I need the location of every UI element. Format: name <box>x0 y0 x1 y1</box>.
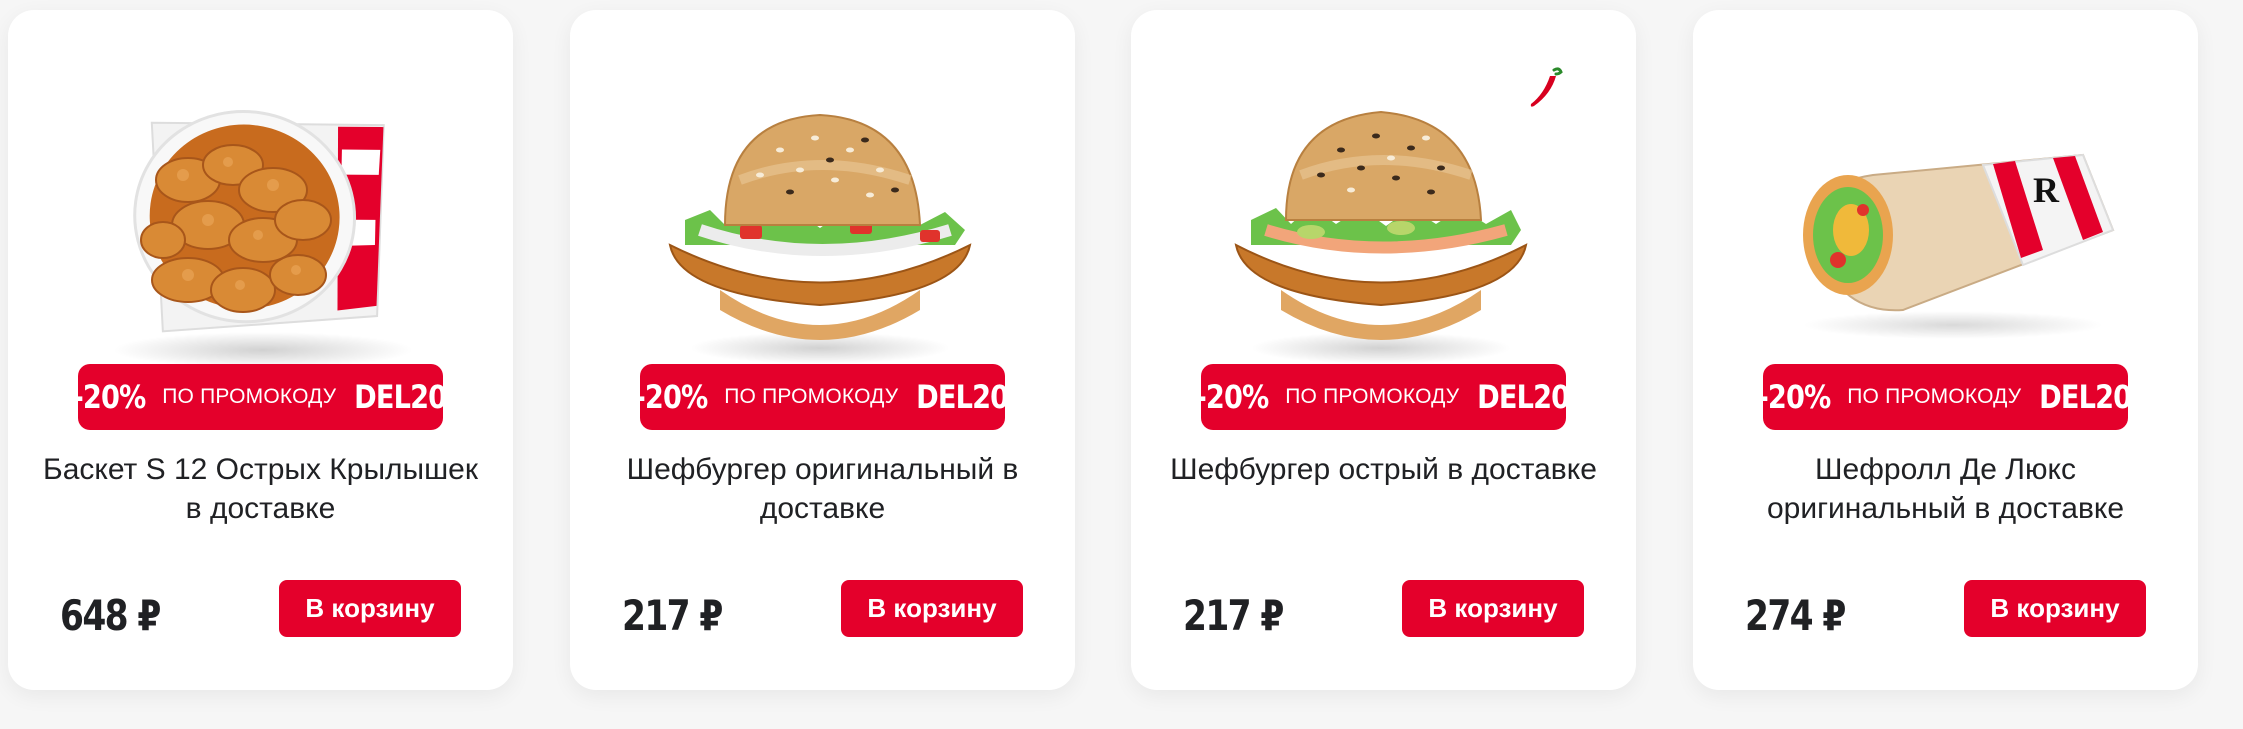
promo-text: по промокоду <box>162 385 337 408</box>
promo-discount: -20% <box>1195 378 1270 416</box>
promo-code: DEL20 <box>354 378 447 416</box>
product-price: 217 ₽ <box>1183 591 1284 640</box>
promo-code: DEL20 <box>916 378 1009 416</box>
wrap-image[interactable]: R <box>1753 80 2138 370</box>
promo-badge: -20% по промокоду DEL20 <box>1758 364 2132 430</box>
promo-code: DEL20 <box>2039 378 2132 416</box>
add-to-cart-button[interactable]: В корзину <box>279 580 461 637</box>
product-card[interactable]: R -20% по промокоду DEL20 Шефролл Де Люк… <box>1693 10 2198 690</box>
product-grid: -20% по промокоду DEL20 Баскет S 12 Остр… <box>0 0 2243 729</box>
product-price: 217 ₽ <box>622 591 723 640</box>
add-to-cart-button[interactable]: В корзину <box>1964 580 2146 637</box>
add-to-cart-button[interactable]: В корзину <box>841 580 1023 637</box>
promo-badge: -20% по промокоду DEL20 <box>635 364 1009 430</box>
product-price: 648 ₽ <box>60 591 161 640</box>
product-card[interactable]: -20% по промокоду DEL20 Баскет S 12 Остр… <box>8 10 513 690</box>
promo-discount: -20% <box>72 378 147 416</box>
product-title[interactable]: Шефролл Де Люкс оригинальный в доставке <box>1723 450 2168 528</box>
promo-badge: -20% по промокоду DEL20 <box>73 364 447 430</box>
promo-badge: -20% по промокоду DEL20 <box>1196 364 1570 430</box>
product-card[interactable]: -20% по промокоду DEL20 Шефбургер оригин… <box>570 10 1075 690</box>
promo-text: по промокоду <box>1285 385 1460 408</box>
promo-code: DEL20 <box>1477 378 1570 416</box>
product-title[interactable]: Шефбургер острый в доставке <box>1161 450 1606 489</box>
svg-text:R: R <box>2033 170 2060 210</box>
product-title[interactable]: Баскет S 12 Острых Крылышек в доставке <box>38 450 483 528</box>
promo-text: по промокоду <box>1847 385 2022 408</box>
spicy-burger-image[interactable] <box>1191 80 1576 370</box>
add-to-cart-button[interactable]: В корзину <box>1402 580 1584 637</box>
promo-discount: -20% <box>1757 378 1832 416</box>
promo-discount: -20% <box>634 378 709 416</box>
product-card[interactable]: -20% по промокоду DEL20 Шефбургер острый… <box>1131 10 1636 690</box>
product-title[interactable]: Шефбургер оригинальный в доставке <box>600 450 1045 528</box>
promo-text: по промокоду <box>724 385 899 408</box>
burger-image[interactable] <box>630 80 1015 370</box>
chicken-bucket-image[interactable] <box>68 80 453 370</box>
product-price: 274 ₽ <box>1745 591 1846 640</box>
